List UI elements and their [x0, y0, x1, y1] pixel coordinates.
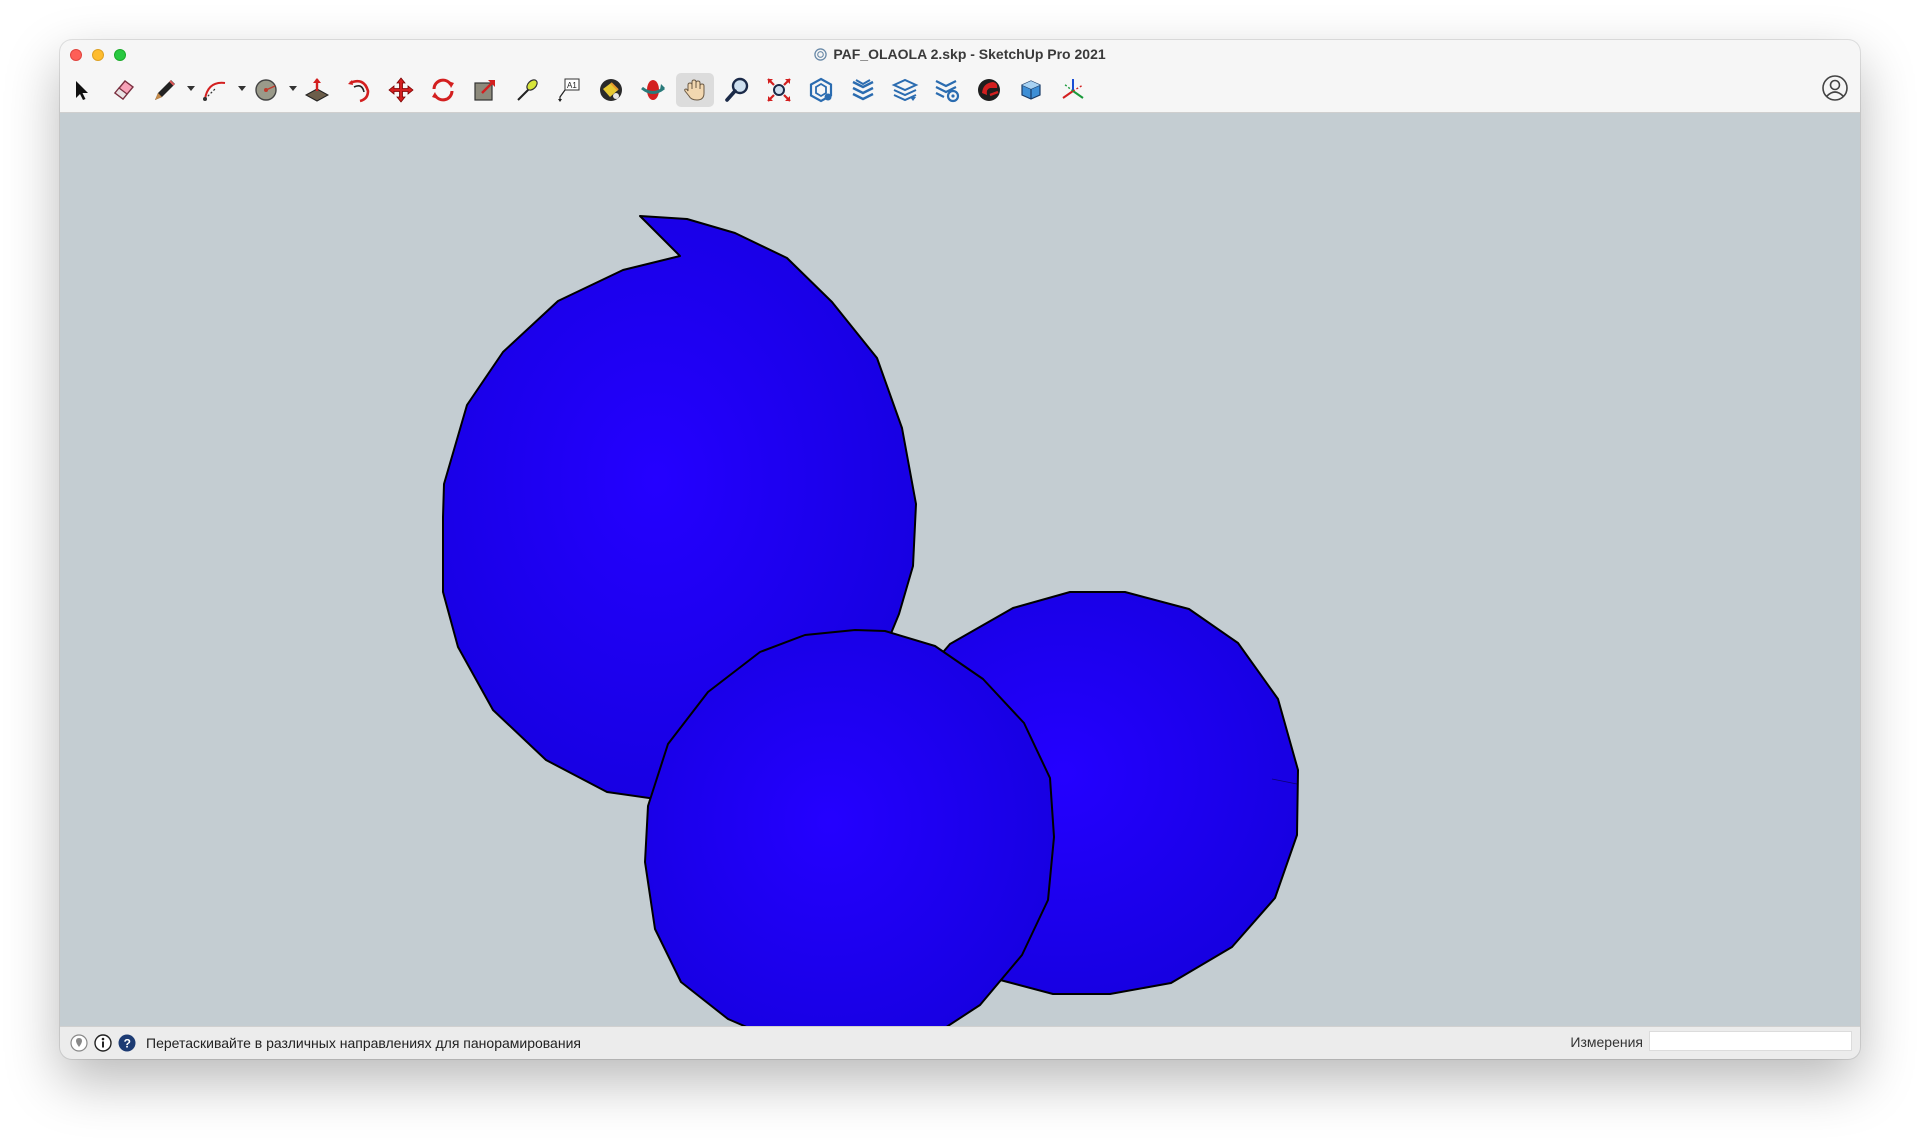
tape-measure-icon: [517, 79, 538, 101]
push-pull-tool-button[interactable]: [298, 73, 336, 107]
extension-manager-icon: [935, 80, 960, 103]
push-pull-icon: [304, 78, 330, 102]
pencil-icon: [155, 80, 175, 100]
extension-warehouse-tool-button[interactable]: [844, 73, 882, 107]
eraser-icon: [113, 80, 135, 100]
credits-info-icon[interactable]: [94, 1034, 112, 1052]
shape-tool-button[interactable]: [247, 73, 285, 107]
measurements-input[interactable]: [1649, 1031, 1852, 1051]
ruby-icon: [978, 79, 1000, 101]
offset-tool-button[interactable]: [340, 73, 378, 107]
document-icon: [814, 47, 828, 61]
orbit-icon: [641, 80, 665, 100]
arc-icon: [203, 81, 226, 101]
axes-tool-button[interactable]: [1054, 73, 1092, 107]
layout-icon: [891, 78, 919, 102]
account-icon[interactable]: [1820, 73, 1850, 103]
move-tool-button[interactable]: [382, 73, 420, 107]
eraser-tool-button[interactable]: [104, 73, 142, 107]
text-icon: A1: [558, 78, 580, 102]
zoom-extents-icon: [767, 78, 791, 102]
rotate-tool-button[interactable]: [424, 73, 462, 107]
zoom-extents-tool-button[interactable]: [760, 73, 798, 107]
arrow-cursor-icon: [76, 81, 88, 100]
select-tool-button[interactable]: [62, 73, 100, 107]
measurements-label: Измерения: [1570, 1034, 1643, 1050]
model-viewport[interactable]: [60, 112, 1860, 1027]
window-title-text: PAF_OLAOLA 2.skp - SketchUp Pro 2021: [833, 46, 1106, 62]
paint-bucket-icon: [600, 79, 622, 101]
arc-tool-dropdown-icon[interactable]: [238, 86, 246, 91]
component-icon: [1021, 80, 1041, 100]
ruby-console-tool-button[interactable]: [970, 73, 1008, 107]
geo-location-icon[interactable]: [70, 1034, 88, 1052]
tape-measure-tool-button[interactable]: [508, 73, 546, 107]
paint-bucket-tool-button[interactable]: [592, 73, 630, 107]
line-tool-dropdown-icon[interactable]: [187, 86, 195, 91]
offset-icon: [348, 79, 370, 103]
axes-icon: [1062, 79, 1084, 99]
move-icon: [388, 77, 414, 103]
title-bar: PAF_OLAOLA 2.skp - SketchUp Pro 2021 A1: [60, 40, 1860, 113]
scale-tool-button[interactable]: [466, 73, 504, 107]
main-toolbar: A1: [60, 68, 1860, 112]
hand-icon: [684, 79, 705, 101]
circle-shape-icon: [255, 79, 277, 101]
shape-tool-dropdown-icon[interactable]: [289, 86, 297, 91]
instructor-help-icon[interactable]: ?: [118, 1034, 136, 1052]
layout-tool-button[interactable]: [886, 73, 924, 107]
text-tool-button[interactable]: A1: [550, 73, 588, 107]
magnifier-icon: [725, 77, 749, 102]
components-tool-button[interactable]: [1012, 73, 1050, 107]
model-canvas[interactable]: [60, 112, 1860, 1027]
extension-warehouse-icon: [852, 79, 874, 101]
zoom-tool-button[interactable]: [718, 73, 756, 107]
arc-tool-button[interactable]: [196, 73, 234, 107]
status-message: Перетаскивайте в различных направлениях …: [146, 1035, 581, 1051]
status-bar: ? Перетаскивайте в различных направления…: [60, 1026, 1860, 1059]
pan-tool-button[interactable]: [676, 73, 714, 107]
3d-warehouse-tool-button[interactable]: [802, 73, 840, 107]
svg-text:?: ?: [124, 1037, 131, 1051]
rotate-icon: [432, 78, 454, 102]
warehouse-icon: [809, 77, 833, 103]
window-title: PAF_OLAOLA 2.skp - SketchUp Pro 2021: [60, 46, 1860, 62]
svg-text:A1: A1: [567, 81, 577, 90]
line-tool-button[interactable]: [146, 73, 184, 107]
extension-manager-tool-button[interactable]: [928, 73, 966, 107]
sketchup-window: PAF_OLAOLA 2.skp - SketchUp Pro 2021 A1 …: [60, 40, 1860, 1059]
orbit-tool-button[interactable]: [634, 73, 672, 107]
scale-icon: [474, 80, 495, 101]
